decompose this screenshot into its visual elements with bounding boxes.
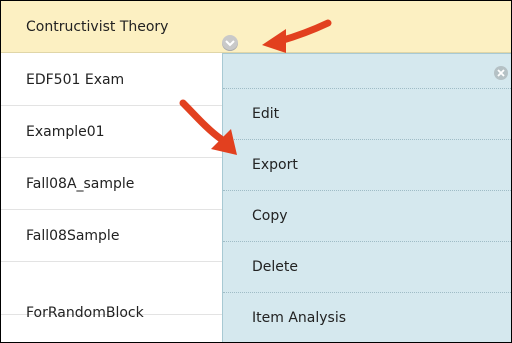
menu-item-export[interactable]: Export: [223, 139, 511, 190]
list-item-label[interactable]: Contructivist Theory: [26, 1, 168, 53]
red-arrow-icon: [262, 19, 332, 53]
list-item-label[interactable]: Fall08Sample: [26, 210, 119, 262]
menu-item-copy[interactable]: Copy: [223, 190, 511, 241]
red-arrow-icon: [179, 99, 237, 155]
chevron-down-icon[interactable]: [222, 35, 238, 51]
list-item-label[interactable]: Fall08A_sample: [26, 158, 134, 210]
menu-item-edit[interactable]: Edit: [223, 88, 511, 139]
context-menu: Edit Export Copy Delete Item Analysis: [222, 53, 511, 342]
list-item-label[interactable]: Example01: [26, 106, 105, 158]
menu-item-delete[interactable]: Delete: [223, 241, 511, 292]
close-icon[interactable]: [494, 66, 508, 80]
list-item-label[interactable]: ForRandomBlock: [26, 287, 144, 339]
content-list-panel: Contructivist Theory EDF501 Exam Example…: [0, 0, 512, 343]
list-item-label[interactable]: EDF501 Exam: [26, 54, 124, 106]
menu-item-item-analysis[interactable]: Item Analysis: [223, 292, 511, 342]
